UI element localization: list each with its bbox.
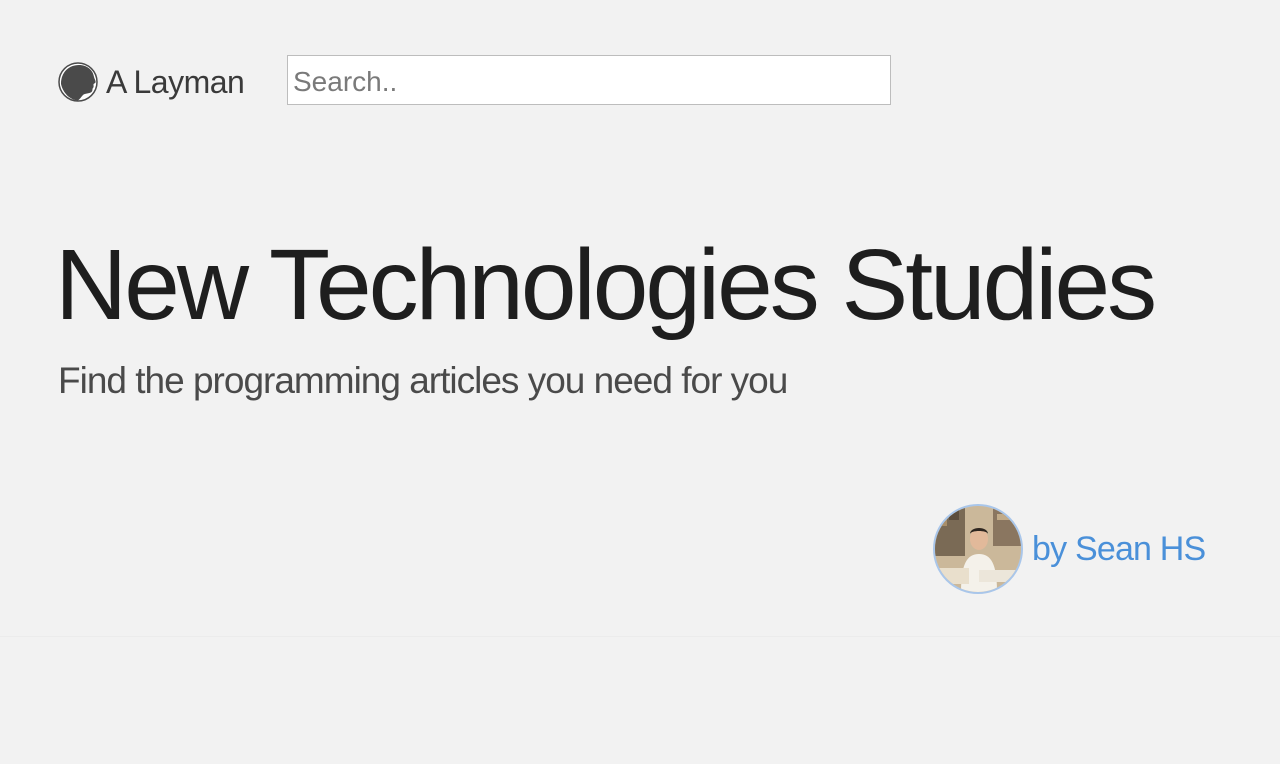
author-avatar (933, 504, 1023, 594)
page-subtitle: Find the programming articles you need f… (58, 360, 788, 401)
silhouette-head-icon (58, 62, 98, 102)
page-title: New Technologies Studies (55, 229, 1157, 341)
content-area (0, 637, 1280, 764)
search-input[interactable] (287, 55, 891, 105)
hero-section: A Layman New Technologies Studies Find t… (0, 0, 1280, 637)
author-link[interactable]: by Sean HS (933, 504, 1206, 594)
brand-link[interactable]: A Layman (58, 58, 245, 106)
author-name: by Sean HS (1032, 529, 1206, 568)
brand-name: A Layman (106, 64, 245, 100)
page: A Layman New Technologies Studies Find t… (0, 0, 1280, 764)
